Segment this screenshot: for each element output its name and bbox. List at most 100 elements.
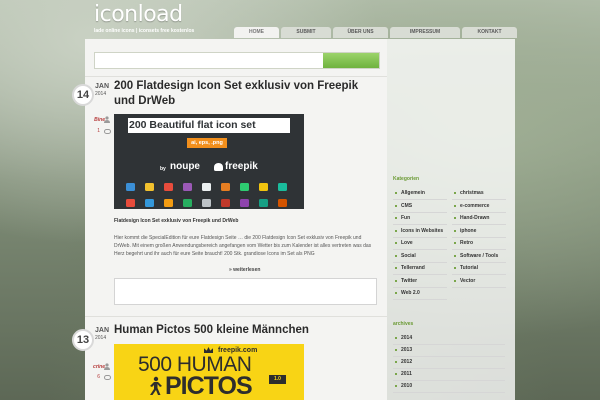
category-link[interactable]: Twitter — [401, 278, 417, 284]
nav-about[interactable]: ÜBER UNS — [333, 27, 388, 38]
divider — [452, 261, 506, 263]
comment-icon — [104, 375, 111, 380]
bullet-icon — [395, 361, 397, 363]
bullet-icon — [454, 254, 456, 257]
image-version-badge: 1.0 — [269, 375, 286, 384]
user-icon — [104, 363, 110, 370]
bullet-icon — [454, 217, 456, 219]
bullet-icon — [454, 229, 456, 232]
category-link[interactable]: Allgemein — [401, 190, 425, 196]
category-link[interactable]: Social — [401, 253, 416, 259]
category-link[interactable]: Retro — [460, 240, 473, 246]
calendar-icon — [126, 183, 135, 191]
star-icon — [164, 199, 173, 207]
post-date-day: 14 — [72, 84, 94, 106]
read-more-link[interactable]: » weiterlesen — [229, 267, 260, 273]
category-link[interactable]: Vector — [460, 278, 475, 284]
post-excerpt-title: Flatdesign Icon Set exklusiv von Freepik… — [114, 218, 239, 224]
chart-icon — [145, 183, 154, 191]
nav-contact[interactable]: KONTAKT — [462, 27, 517, 38]
bullet-icon — [454, 192, 456, 194]
bullet-icon — [454, 204, 456, 207]
bullet-icon — [454, 267, 456, 269]
running-man-icon — [150, 376, 162, 395]
divider — [393, 380, 505, 381]
category-link[interactable]: Hand-Drawn — [460, 215, 489, 221]
main-nav: HOME SUBMIT ÜBER UNS IMPRESSUM KONTAKT — [234, 27, 517, 38]
tool-icon — [183, 183, 192, 191]
camera-icon — [221, 199, 230, 207]
nav-submit[interactable]: SUBMIT — [281, 27, 331, 38]
post-date-year: 2014 — [95, 335, 107, 341]
leaf-icon — [278, 183, 287, 191]
comment-icon — [104, 129, 111, 134]
category-link[interactable]: Tellerrand — [401, 265, 425, 271]
post-title[interactable]: 200 Flatdesign Icon Set exklusiv von Fre… — [114, 79, 380, 108]
image-by-label: by — [160, 166, 166, 172]
archive-link[interactable]: 2010 — [401, 383, 412, 389]
post-date-day: 13 — [72, 329, 94, 351]
user-icon — [104, 116, 110, 123]
archives-heading: archives — [393, 321, 414, 327]
nav-home[interactable]: HOME — [234, 27, 279, 38]
image-brand-noupe: noupe — [170, 161, 200, 172]
money-icon — [183, 199, 192, 207]
archive-link[interactable]: 2012 — [401, 359, 412, 365]
post-comment-count[interactable]: 6 — [97, 374, 100, 380]
divider — [452, 224, 506, 225]
image-headline: 200 Beautiful flat icon set — [129, 119, 256, 131]
divider — [452, 274, 506, 275]
divider — [393, 299, 447, 300]
divider — [452, 249, 506, 250]
map-icon — [278, 199, 287, 207]
post-date-year: 2014 — [95, 91, 107, 97]
post-title[interactable]: Human Pictos 500 kleine Männchen — [114, 323, 380, 338]
phone-icon — [259, 199, 268, 207]
image-headline-line2: PICTOS — [165, 372, 253, 400]
category-link[interactable]: e-commerce — [460, 203, 489, 209]
post-comment-count[interactable]: 1 — [97, 128, 100, 134]
category-link[interactable]: Software / Tools — [460, 253, 498, 259]
clock-icon — [202, 183, 211, 191]
search-input[interactable] — [94, 52, 380, 69]
divider — [393, 236, 447, 238]
archive-link[interactable]: 2013 — [401, 347, 412, 353]
post-image[interactable]: freepik.com 500 HUMAN PICTOS 1.0 — [114, 344, 304, 400]
nav-imprint[interactable]: IMPRESSUM — [390, 27, 460, 38]
category-link[interactable]: Love — [401, 240, 413, 246]
site-tagline: lade online icons | iconsets free kosten… — [94, 28, 195, 34]
category-link[interactable]: Fun — [401, 215, 410, 221]
search-button[interactable] — [323, 53, 379, 68]
divider — [393, 261, 447, 263]
lifebuoy-icon — [164, 183, 173, 191]
archive-link[interactable]: 2014 — [401, 335, 412, 341]
divider — [393, 392, 505, 393]
post-image[interactable]: 200 Beautiful flat icon set ai, eps, .pn… — [114, 114, 304, 209]
image-brand-freepik: freepik — [225, 161, 258, 172]
comment-box[interactable] — [114, 278, 377, 305]
post-date-month: JAN — [95, 83, 110, 90]
site-logo[interactable]: iconload — [94, 2, 183, 27]
rocket-icon — [221, 183, 230, 191]
category-link[interactable]: iphone — [460, 228, 476, 234]
category-link[interactable]: christmas — [460, 190, 484, 196]
image-format-badge: ai, eps, .png — [187, 138, 227, 148]
bulb-icon — [259, 183, 268, 191]
category-link[interactable]: Tutorial — [460, 265, 478, 271]
bullet-icon — [395, 192, 397, 194]
divider — [452, 211, 506, 213]
divider — [393, 344, 505, 345]
separator — [85, 316, 387, 317]
category-link[interactable]: CMS — [401, 203, 412, 209]
document-icon — [202, 199, 211, 207]
bullet-icon — [395, 229, 397, 232]
bullet-icon — [395, 267, 397, 269]
divider — [393, 224, 447, 225]
bullet-icon — [395, 349, 397, 351]
bullet-icon — [395, 292, 397, 294]
divider — [393, 356, 505, 357]
category-link[interactable]: Icons in Websites — [401, 228, 443, 234]
divider — [452, 236, 506, 238]
category-link[interactable]: Web 2.0 — [401, 290, 420, 296]
archive-link[interactable]: 2011 — [401, 371, 412, 377]
